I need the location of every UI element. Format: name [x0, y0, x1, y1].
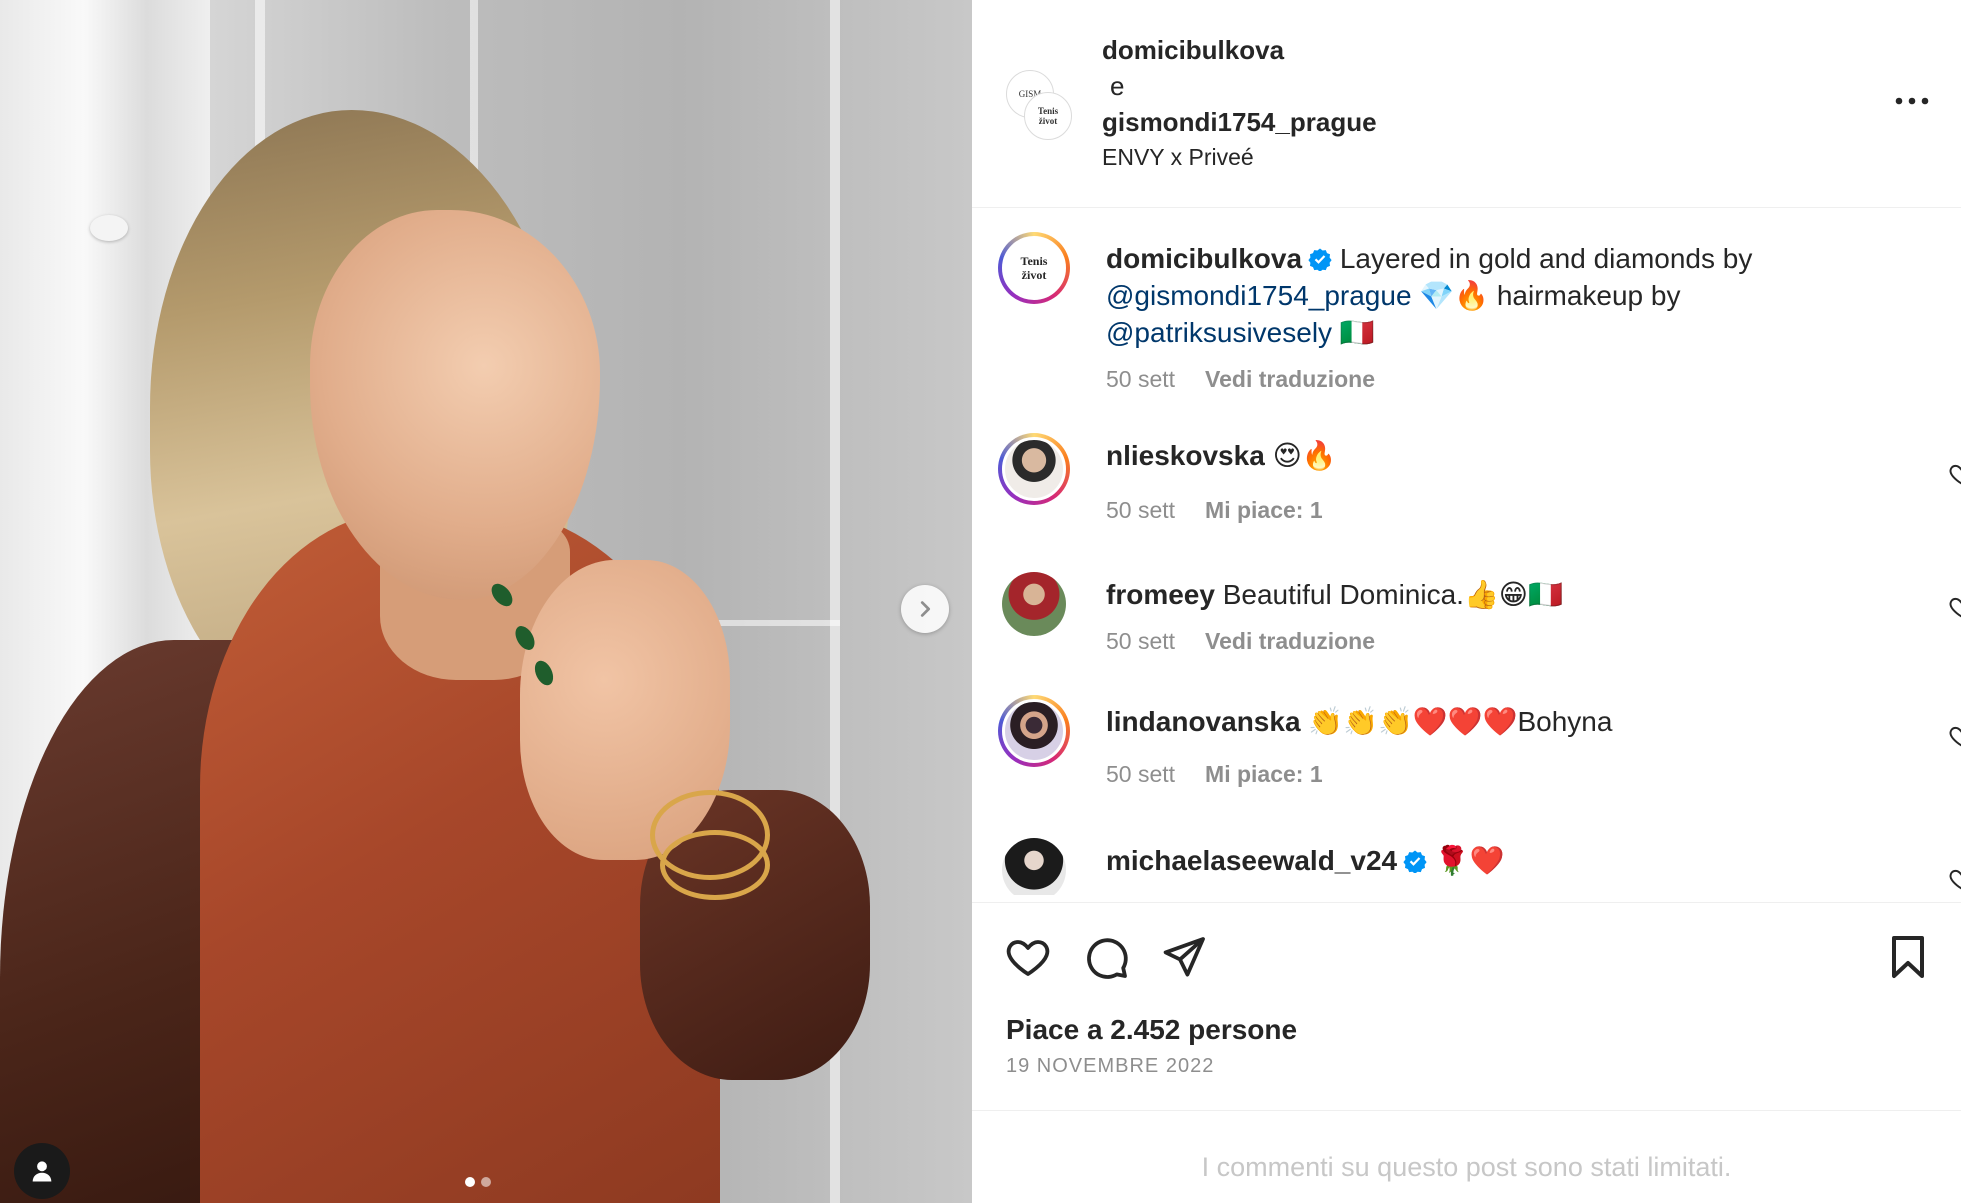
- caption-avatar[interactable]: Tenis život: [998, 232, 1070, 304]
- comment-row: fromeey Beautiful Dominica.👍😁🇮🇹 50 sett V…: [1002, 572, 1961, 682]
- more-options-button[interactable]: [1892, 88, 1932, 114]
- comment-username[interactable]: nlieskovska: [1106, 440, 1265, 471]
- comment-likes[interactable]: Mi piace: 1: [1205, 761, 1323, 787]
- comment-icon[interactable]: [1082, 933, 1130, 981]
- comment-meta: 50 sett Mi piace: 1: [1106, 497, 1353, 524]
- comment-row: lindanovanska 👏👏👏❤️❤️❤️Bohyna 50 sett Mi …: [998, 695, 1961, 805]
- verified-icon: [1403, 850, 1427, 873]
- comment-body: 🌹❤️: [1434, 845, 1505, 876]
- more-icon: [1895, 97, 1929, 105]
- comment-username[interactable]: michaelaseewald_v24: [1106, 845, 1397, 876]
- post-media: [0, 0, 972, 1203]
- comment-clip: michaelaseewald_v24 🌹❤️: [972, 830, 1961, 895]
- caption-emoji-2: 🇮🇹: [1339, 317, 1375, 348]
- caption-emoji-1: 💎🔥: [1419, 280, 1490, 311]
- post-details-panel: GISM Tenis život domicibulkova e gismond…: [972, 0, 1961, 1203]
- comment-text: nlieskovska 😍🔥: [1106, 437, 1846, 474]
- header-divider: [972, 207, 1961, 208]
- caption-meta: 50 sett Vedi traduzione: [1106, 366, 1405, 393]
- caption-text-2: hairmakeup by: [1496, 280, 1681, 311]
- comments-divider: [972, 902, 1961, 903]
- comment-meta: 50 sett Mi piace: 1: [1106, 761, 1353, 788]
- comment-meta: 50 sett Vedi traduzione: [1106, 628, 1405, 655]
- mention-patriksusivesely[interactable]: @patriksusivesely: [1106, 317, 1332, 348]
- like-comment-heart-icon[interactable]: [1948, 461, 1961, 487]
- caption-text-1: Layered in gold and diamonds by: [1339, 243, 1753, 274]
- comment-row: michaelaseewald_v24 🌹❤️: [1002, 838, 1961, 895]
- comment-time[interactable]: 50 sett: [1106, 497, 1175, 523]
- author-username-1[interactable]: domicibulkova: [1102, 32, 1377, 68]
- like-count[interactable]: Piace a 2.452 persone: [1006, 1014, 1297, 1046]
- caption-username[interactable]: domicibulkova: [1106, 243, 1302, 274]
- comment-text: fromeey Beautiful Dominica.👍😁🇮🇹: [1106, 576, 1846, 613]
- author-username-2[interactable]: gismondi1754_prague: [1102, 104, 1377, 140]
- comments-limited-notice: I commenti su questo post sono stati lim…: [1201, 1152, 1732, 1182]
- verified-icon: [1308, 248, 1332, 271]
- comment-text: michaelaseewald_v24 🌹❤️: [1106, 842, 1846, 879]
- comment-time[interactable]: 50 sett: [1106, 628, 1175, 654]
- comment-username[interactable]: fromeey: [1106, 579, 1215, 610]
- caption-row: Tenis život domicibulkova Layered in gol…: [998, 232, 1932, 402]
- share-icon[interactable]: [1160, 933, 1208, 981]
- comment-likes[interactable]: Mi piace: 1: [1205, 497, 1323, 523]
- next-photo-button[interactable]: [901, 585, 949, 633]
- user-tag-icon: [32, 1161, 52, 1182]
- bracelet: [660, 830, 770, 900]
- comment-username[interactable]: lindanovanska: [1106, 706, 1301, 737]
- comment-body: Beautiful Dominica.👍😁🇮🇹: [1222, 579, 1563, 610]
- translate-button[interactable]: Vedi traduzione: [1205, 366, 1375, 392]
- next-arrow-icon: [920, 601, 931, 617]
- comment-row: nlieskovska 😍🔥 50 sett Mi piace: 1: [998, 433, 1961, 543]
- bookmark-icon[interactable]: [1884, 933, 1932, 981]
- post-location[interactable]: ENVY x Priveé: [1102, 140, 1377, 174]
- like-comment-heart-icon[interactable]: [1948, 866, 1961, 892]
- like-comment-heart-icon[interactable]: [1948, 723, 1961, 749]
- collab-avatars[interactable]: GISM Tenis život: [1006, 70, 1076, 140]
- comment-body: 👏👏👏❤️❤️❤️Bohyna: [1308, 706, 1613, 737]
- avatar-domicibulkova[interactable]: Tenis život: [1024, 92, 1072, 140]
- post-date[interactable]: 19 NOVEMBRE 2022: [1006, 1055, 1214, 1078]
- caption-text: domicibulkova Layered in gold and diamon…: [1106, 240, 1846, 351]
- carousel-indicator: [465, 1177, 491, 1187]
- like-comment-heart-icon[interactable]: [1948, 594, 1961, 620]
- comment-text: lindanovanska 👏👏👏❤️❤️❤️Bohyna: [1106, 703, 1846, 740]
- comment-body: 😍🔥: [1272, 440, 1337, 471]
- author-conjunction: e: [1110, 71, 1125, 101]
- translate-button[interactable]: Vedi traduzione: [1205, 628, 1375, 654]
- user-tag-button[interactable]: [14, 1143, 70, 1199]
- commenter-avatar[interactable]: [998, 695, 1070, 767]
- like-heart-icon[interactable]: [1004, 933, 1052, 981]
- curtain-tie: [90, 215, 128, 241]
- commenter-avatar[interactable]: [998, 433, 1070, 505]
- comment-time[interactable]: 50 sett: [1106, 761, 1175, 787]
- carousel-dot: [481, 1177, 491, 1187]
- footer-divider: [972, 1110, 1961, 1111]
- mention-gismondi[interactable]: @gismondi1754_prague: [1106, 280, 1412, 311]
- commenter-avatar[interactable]: [1002, 838, 1066, 895]
- post-header: domicibulkova e gismondi1754_prague ENVY…: [1102, 32, 1377, 174]
- carousel-dot-active: [465, 1177, 475, 1187]
- commenter-avatar[interactable]: [1002, 572, 1066, 636]
- caption-time[interactable]: 50 sett: [1106, 366, 1175, 392]
